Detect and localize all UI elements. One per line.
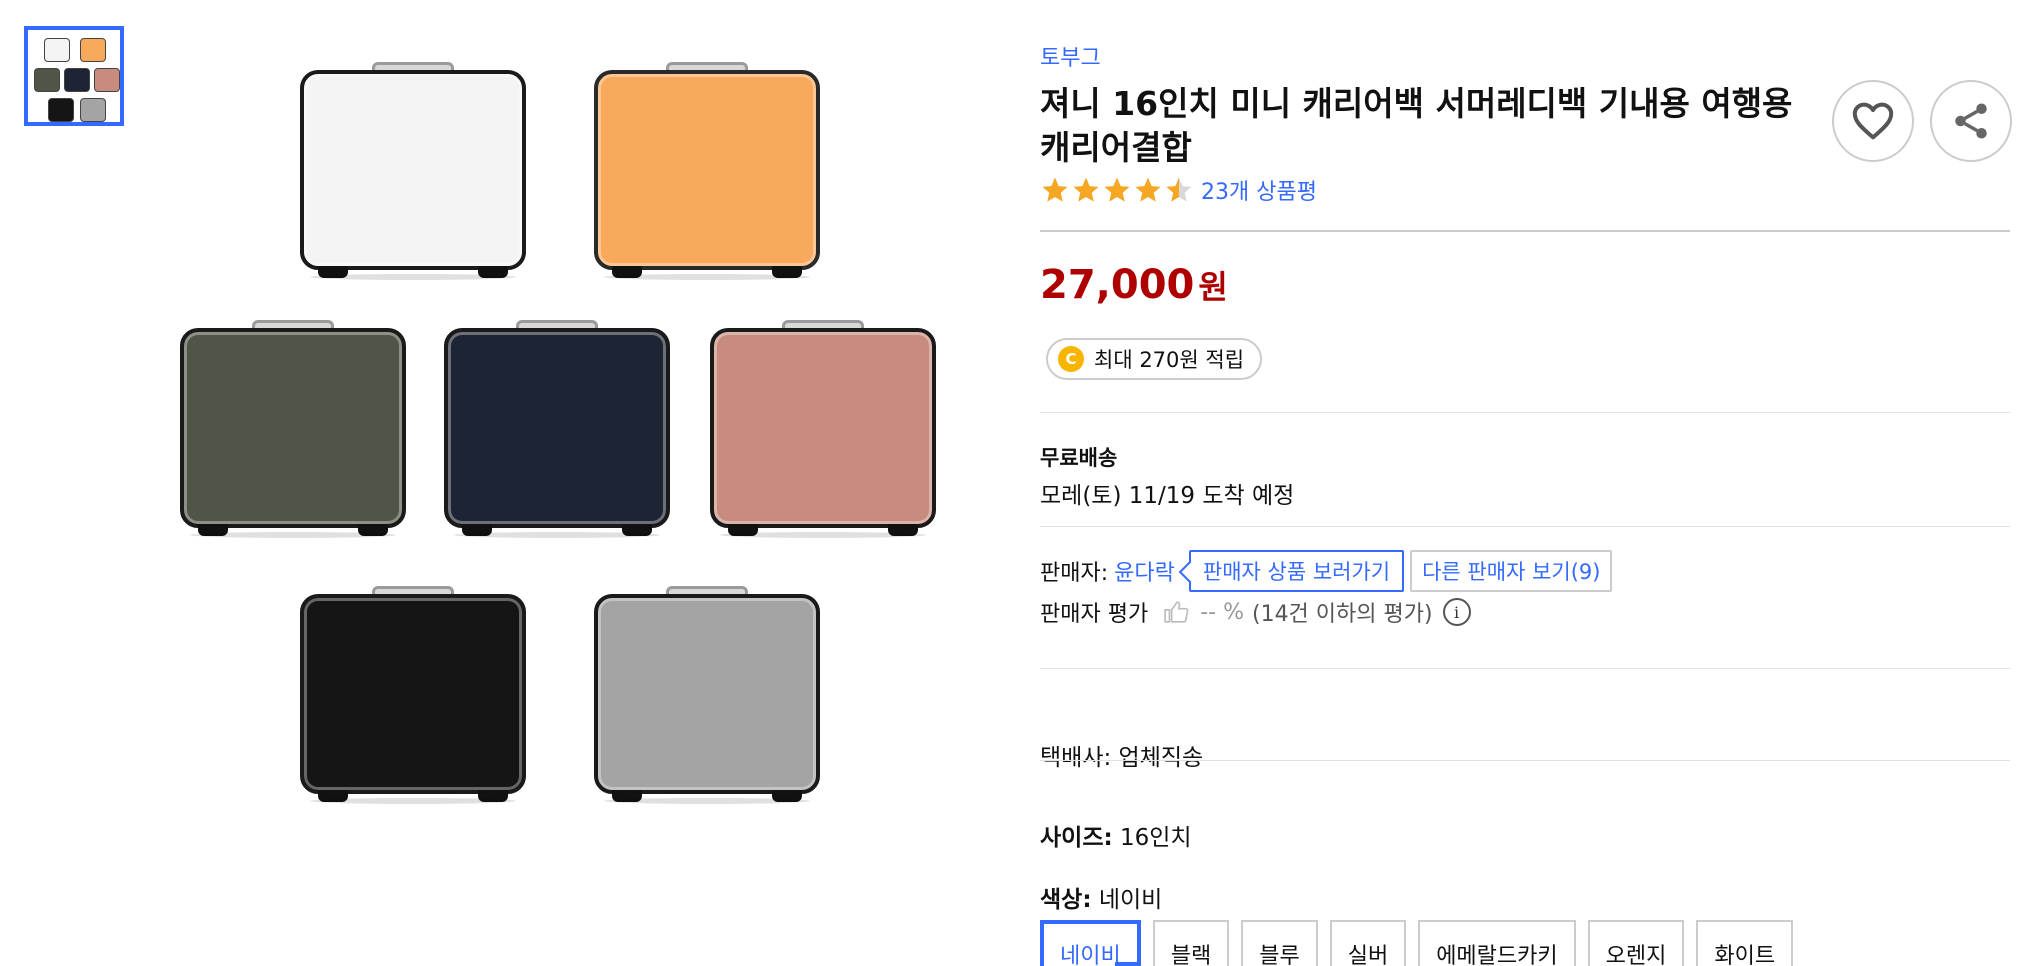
color-option-silver[interactable]: 실버 <box>1329 920 1407 966</box>
view-seller-products-button[interactable]: 판매자 상품 보러가기 <box>1188 550 1405 592</box>
color-option-navy[interactable]: 네이비 <box>1040 920 1141 966</box>
carrier-white <box>300 60 526 280</box>
option-label: 오렌지 <box>1605 944 1667 966</box>
delivery-date: 모레(토) 11/19 도착 예정 <box>1040 483 1295 509</box>
size-info: 사이즈: 16인치 <box>1040 818 1192 852</box>
thumbnail-image <box>34 36 120 122</box>
color-value: 네이비 <box>1098 887 1163 913</box>
seller-name-link[interactable]: 윤다락 <box>1114 555 1175 587</box>
rating-row: 23개 상품평 <box>1040 174 1317 206</box>
color-label: 색상: <box>1040 887 1092 913</box>
thumb-case-gray <box>80 98 106 122</box>
coin-icon: C <box>1058 346 1084 372</box>
product-thumbnail[interactable] <box>24 26 124 126</box>
price: 27,000 원 <box>1040 262 1228 308</box>
star-full-icon <box>1135 177 1161 202</box>
option-label: 실버 <box>1347 944 1389 966</box>
star-full-icon <box>1073 177 1099 202</box>
product-title: 져니 16인치 미니 캐리어백 서머레디백 기내용 여행용 캐리어결합 <box>1040 84 1793 167</box>
thumb-case-khaki <box>34 68 60 92</box>
color-option-blue[interactable]: 블루 <box>1241 920 1318 966</box>
color-options: 네이비 블랙 블루 실버 에메랄드카키 오렌지 화이트 <box>1040 920 1805 966</box>
divider <box>1040 412 2010 413</box>
star-full-icon <box>1042 177 1068 202</box>
option-label: 화이트 <box>1714 944 1776 966</box>
seller-row: 판매자: 윤다락 판매자 상품 보러가기 다른 판매자 보기(9) <box>1040 550 1613 592</box>
carrier-black <box>300 584 526 804</box>
thumbs-up-icon <box>1164 601 1189 623</box>
share-icon <box>1955 103 1987 139</box>
seller-eval-value: -- % <box>1200 599 1244 625</box>
color-option-orange[interactable]: 오렌지 <box>1587 920 1685 966</box>
thumb-case-black <box>48 98 74 122</box>
price-amount: 27,000 <box>1040 262 1195 308</box>
thumb-case-white <box>44 38 70 62</box>
color-option-white[interactable]: 화이트 <box>1696 920 1794 966</box>
other-sellers-button[interactable]: 다른 판매자 보기(9) <box>1410 550 1613 592</box>
heart-icon <box>1852 102 1894 140</box>
thumb-case-navy <box>64 68 90 92</box>
color-option-emerald-khaki[interactable]: 에메랄드카키 <box>1418 920 1576 966</box>
seller-eval-label: 판매자 평가 <box>1040 602 1149 627</box>
rating-stars <box>1040 175 1195 205</box>
divider <box>1040 760 2010 761</box>
share-button[interactable] <box>1930 80 2012 162</box>
review-count-link[interactable]: 23개 상품평 <box>1201 174 1317 206</box>
main-product-image <box>170 50 960 830</box>
price-unit: 원 <box>1198 268 1228 306</box>
product-info-panel: 토부그 져니 16인치 미니 캐리어백 서머레디백 기내용 여행용 캐리어결합 … <box>1040 40 2012 966</box>
carrier-orange <box>594 60 820 280</box>
size-label: 사이즈: <box>1040 825 1113 851</box>
carrier-gray <box>594 584 820 804</box>
star-full-icon <box>1104 177 1130 202</box>
divider <box>1040 668 2010 669</box>
carrier-navy <box>444 318 670 538</box>
seller-label: 판매자: <box>1040 561 1109 586</box>
option-label: 블랙 <box>1170 944 1212 966</box>
cashback-text: 최대 270원 적립 <box>1094 348 1245 372</box>
brand-link[interactable]: 토부그 <box>1040 46 1101 71</box>
shipping-title: 무료배송 <box>1040 446 1118 470</box>
option-label: 블루 <box>1259 944 1300 966</box>
option-label: 에메랄드카키 <box>1436 944 1558 966</box>
courier-info: 택배사: 업체직송 <box>1040 745 1204 771</box>
thumb-case-orange <box>80 38 106 62</box>
divider <box>1040 230 2010 232</box>
cashback-badge: C 최대 270원 적립 <box>1046 338 1263 380</box>
seller-evaluation-row: 판매자 평가 -- % (14건 이하의 평가) i <box>1040 596 1471 628</box>
option-label: 네이비 <box>1060 944 1121 966</box>
color-option-black[interactable]: 블랙 <box>1152 920 1230 966</box>
seller-eval-note: (14건 이하의 평가) <box>1251 602 1433 627</box>
size-value: 16인치 <box>1120 825 1192 851</box>
info-icon[interactable]: i <box>1442 598 1471 626</box>
divider <box>1040 526 2010 527</box>
thumb-case-pink <box>94 68 120 92</box>
star-half-icon <box>1166 177 1192 202</box>
color-info: 색상: 네이비 <box>1040 880 1162 914</box>
wishlist-button[interactable] <box>1832 80 1914 162</box>
check-icon <box>1114 962 1139 966</box>
carrier-khaki <box>180 318 406 538</box>
carrier-pink <box>710 318 936 538</box>
